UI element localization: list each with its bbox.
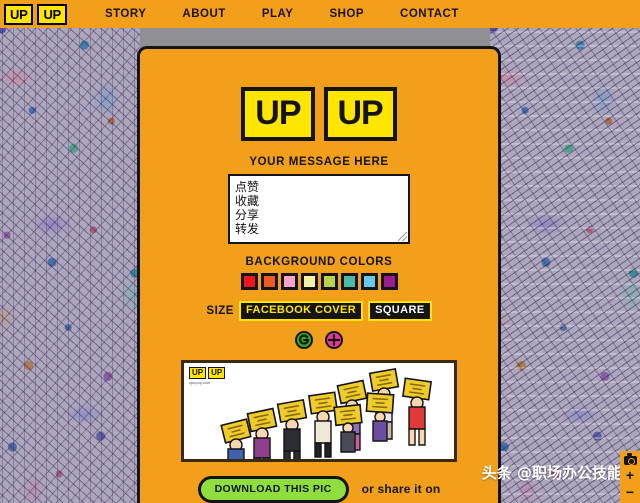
nav-item-contact[interactable]: CONTACT <box>382 8 477 20</box>
camera-icon[interactable] <box>623 453 637 465</box>
nav-item-story[interactable]: STORY <box>87 8 164 20</box>
nav-item-shop[interactable]: SHOP <box>311 8 382 20</box>
message-input[interactable]: 点赞 收藏 分享 转发 <box>228 174 410 245</box>
download-share-row: DOWNLOAD THIS PIC or share it on <box>197 475 441 503</box>
color-swatch-sky-blue[interactable] <box>360 273 378 291</box>
message-input-value[interactable]: 点赞 收藏 分享 转发 <box>230 176 408 240</box>
color-swatch-teal[interactable] <box>340 273 358 291</box>
background-color-swatches <box>240 273 398 291</box>
zoom-out-button[interactable]: − <box>626 485 634 499</box>
nav-logo[interactable]: UP UP <box>4 3 67 25</box>
app-logo-chip-2: UP <box>323 87 397 141</box>
share-label: or share it on <box>361 482 441 497</box>
app-logo-chip-1: UP <box>241 87 315 141</box>
size-option-square[interactable]: SQUARE <box>368 301 432 322</box>
nav-item-play[interactable]: PLAY <box>244 8 312 20</box>
resize-handle-icon[interactable] <box>398 232 407 242</box>
nav-logo-chip-1: UP <box>4 3 34 25</box>
color-swatch-purple[interactable] <box>380 273 398 291</box>
download-button[interactable]: DOWNLOAD THIS PIC <box>197 475 349 503</box>
zoom-widget: + − <box>620 451 640 503</box>
size-label: SIZE <box>206 305 234 318</box>
size-selector: SIZE FACEBOOK COVER SQUARE <box>206 301 432 322</box>
app-logo: UP UP <box>241 87 397 141</box>
nav-items: STORY ABOUT PLAY SHOP CONTACT <box>87 8 477 20</box>
nav-logo-chip-2: UP <box>37 3 67 25</box>
nav-item-about[interactable]: ABOUT <box>164 8 243 20</box>
background-colors-label: BACKGROUND COLORS <box>245 256 393 269</box>
refresh-icon[interactable] <box>295 331 313 350</box>
page-root: UP UP STORY ABOUT PLAY SHOP CONTACT UP U… <box>0 0 640 503</box>
color-swatch-red[interactable] <box>240 273 258 291</box>
color-swatch-orange[interactable] <box>260 273 278 291</box>
zoom-in-button[interactable]: + <box>626 468 634 482</box>
color-swatch-lime[interactable] <box>320 273 338 291</box>
background-illustration-right <box>490 0 640 503</box>
move-icon[interactable] <box>325 331 343 350</box>
top-navigation-bar: UP UP STORY ABOUT PLAY SHOP CONTACT <box>0 0 640 28</box>
crowd-illustration <box>220 368 432 459</box>
color-swatch-pale-yellow[interactable] <box>300 273 318 291</box>
image-preview[interactable]: UP UP upupup.com <box>181 360 457 462</box>
size-option-facebook-cover[interactable]: FACEBOOK COVER <box>238 301 364 322</box>
editor-panel: UP UP YOUR MESSAGE HERE 点赞 收藏 分享 转发 BACK… <box>137 46 501 503</box>
overlay-watermark: 头条 @职场办公技能 <box>481 464 622 482</box>
message-label: YOUR MESSAGE HERE <box>249 156 389 168</box>
color-swatch-pink[interactable] <box>280 273 298 291</box>
background-illustration-left <box>0 0 140 503</box>
tool-buttons <box>295 331 343 350</box>
